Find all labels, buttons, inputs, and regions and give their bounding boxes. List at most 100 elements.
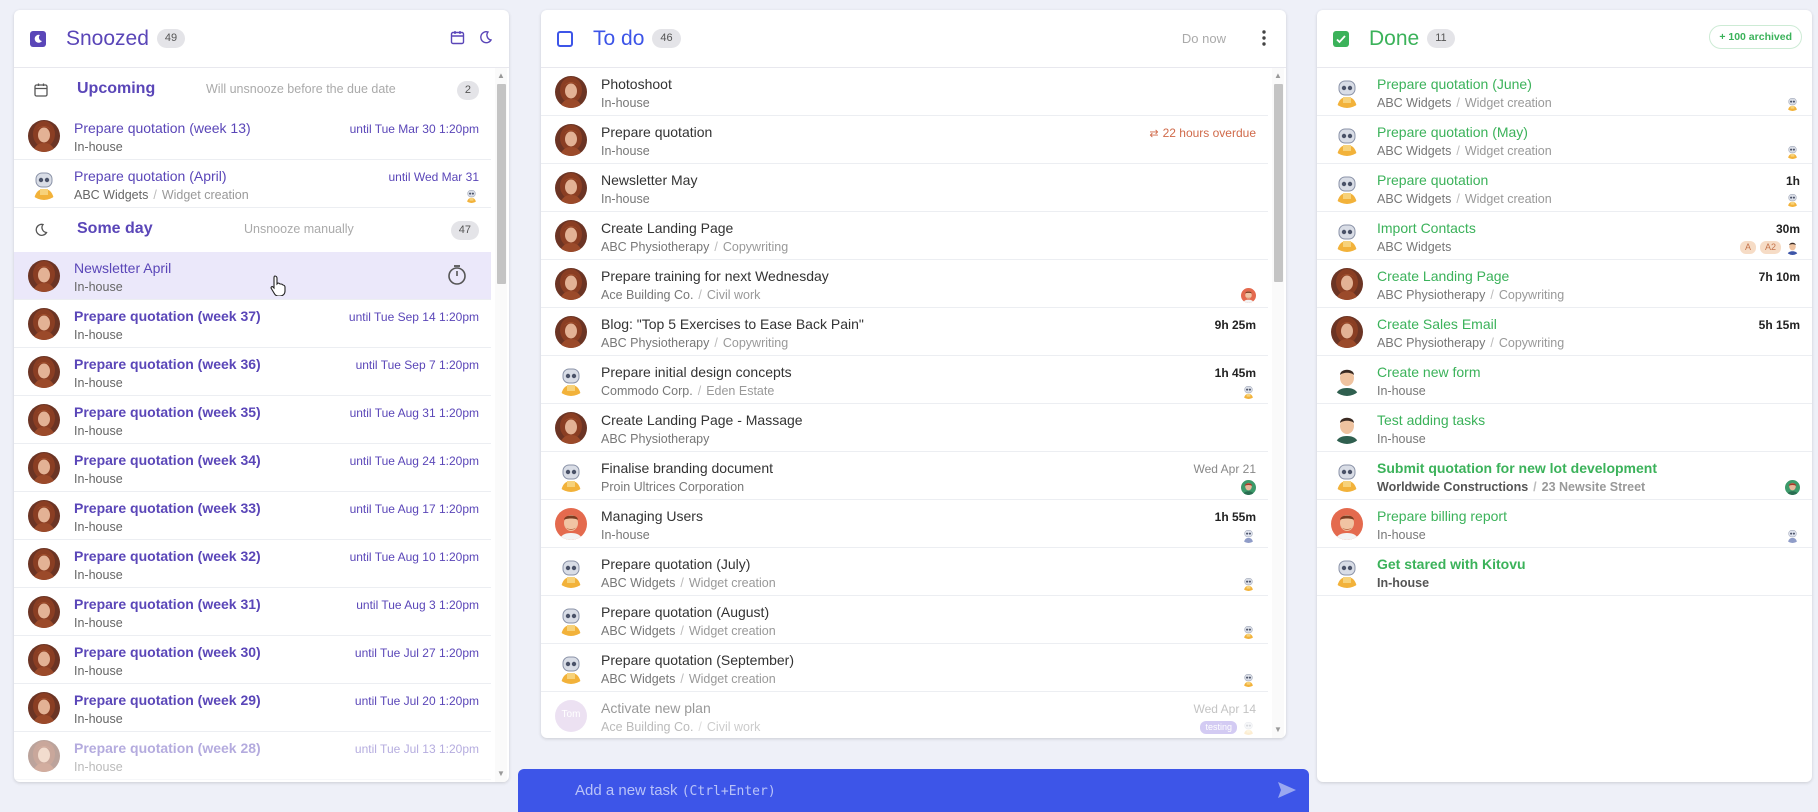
project-name: In-house xyxy=(74,280,123,294)
task-row[interactable]: Prepare quotation (May) ABC Widgets / Widg… xyxy=(1317,116,1812,164)
task-row[interactable]: Prepare quotation (week 29) In-house unt… xyxy=(14,684,491,732)
task-project: In-house xyxy=(74,280,123,294)
project-name: In-house xyxy=(74,376,123,390)
label-tag[interactable]: A2 xyxy=(1759,241,1781,254)
snoozed-panel: Snoozed 49 Upcoming Will unsnooze before… xyxy=(14,10,509,782)
assignee-avatar[interactable] xyxy=(1241,672,1256,687)
task-row[interactable]: Photoshoot In-house xyxy=(541,68,1268,116)
stopwatch-icon[interactable] xyxy=(447,264,467,291)
assignee-avatar[interactable] xyxy=(1785,480,1800,495)
snoozed-scrollbar[interactable]: ▲ ▼ xyxy=(495,68,507,782)
add-task-input[interactable]: Add a new task (Ctrl+Enter) xyxy=(575,782,776,799)
task-row[interactable]: Prepare quotation (week 34) In-house unt… xyxy=(14,444,491,492)
task-row[interactable]: Create Landing Page - Massage ABC Physio… xyxy=(541,404,1268,452)
assignee-avatar[interactable] xyxy=(1785,528,1800,543)
task-row[interactable]: Prepare quotation (week 28) In-house unt… xyxy=(14,732,491,780)
task-project: In-house xyxy=(74,472,123,486)
task-project: In-house xyxy=(1377,528,1426,542)
due-date: Wed Apr 14 xyxy=(1193,702,1256,716)
scroll-down-arrow[interactable]: ▼ xyxy=(1274,726,1282,734)
task-row[interactable]: Prepare billing report In-house xyxy=(1317,500,1812,548)
task-row[interactable]: Prepare quotation (July) ABC Widgets / Wid… xyxy=(541,548,1268,596)
path-separator: / xyxy=(680,576,684,590)
snooze-until: until Tue Aug 3 1:20pm xyxy=(356,598,479,612)
assignee-avatar[interactable] xyxy=(1241,624,1256,639)
task-row[interactable]: Finalise branding document Proin Ultrice… xyxy=(541,452,1268,500)
avatar xyxy=(1331,364,1363,396)
done-list: Prepare quotation (June) ABC Widgets / Wid… xyxy=(1317,68,1812,782)
moon-icon[interactable] xyxy=(478,30,493,50)
scroll-thumb[interactable] xyxy=(497,84,506,284)
task-row[interactable]: Import Contacts ABC Widgets 30m A A2 xyxy=(1317,212,1812,260)
assignee-avatar[interactable] xyxy=(1241,720,1256,735)
assignee-avatar[interactable] xyxy=(1785,96,1800,111)
task-row[interactable]: Prepare quotation (April) ABC Widgets / Wi… xyxy=(14,160,491,208)
task-row[interactable]: Prepare quotation (week 35) In-house unt… xyxy=(14,396,491,444)
task-project: Ace Building Co. / Civil work xyxy=(601,288,760,302)
assignee-avatar[interactable] xyxy=(1785,240,1800,255)
label-tag[interactable]: A xyxy=(1739,241,1756,254)
task-row[interactable]: Create Landing Page ABC Physiotherapy / Co… xyxy=(541,212,1268,260)
task-row[interactable]: Prepare quotation (June) ABC Widgets / Wid… xyxy=(1317,68,1812,116)
scroll-thumb[interactable] xyxy=(1274,84,1283,282)
task-row[interactable]: Prepare quotation (week 31) In-house unt… xyxy=(14,588,491,636)
task-row[interactable]: Create Sales Email ABC Physiotherapy / Cop… xyxy=(1317,308,1812,356)
label-tag[interactable]: testing xyxy=(1200,721,1237,734)
task-row[interactable]: Prepare quotation ABC Widgets / Widget cre… xyxy=(1317,164,1812,212)
assignee-avatar[interactable] xyxy=(1241,576,1256,591)
assignee-avatar[interactable] xyxy=(1241,384,1256,399)
task-row[interactable]: Prepare quotation (week 32) In-house unt… xyxy=(14,540,491,588)
task-row[interactable]: Create new form In-house xyxy=(1317,356,1812,404)
project-name: In-house xyxy=(601,528,650,542)
task-project: In-house xyxy=(601,144,650,158)
task-row[interactable]: Prepare quotation (August) ABC Widgets / W… xyxy=(541,596,1268,644)
archived-button[interactable]: + 100 archived xyxy=(1709,25,1802,49)
avatar xyxy=(555,172,587,204)
send-icon[interactable] xyxy=(1277,781,1297,804)
task-row[interactable]: Test adding tasks In-house xyxy=(1317,404,1812,452)
assignee-avatar[interactable] xyxy=(1241,528,1256,543)
task-project: In-house xyxy=(74,712,123,726)
task-row[interactable]: Submit quotation for new lot development… xyxy=(1317,452,1812,500)
task-row[interactable]: Create Landing Page ABC Physiotherapy / Co… xyxy=(1317,260,1812,308)
task-row[interactable]: Get stared with Kitovu In-house xyxy=(1317,548,1812,596)
task-row[interactable]: Newsletter April In-house xyxy=(14,252,491,300)
time-tracked: 9h 25m xyxy=(1214,318,1256,332)
assignee-avatar[interactable] xyxy=(1241,288,1256,303)
do-now-button[interactable]: Do now xyxy=(1182,31,1226,46)
assignee-avatar[interactable] xyxy=(464,188,479,203)
todo-scrollbar[interactable]: ▲ ▼ xyxy=(1272,68,1284,738)
task-row[interactable]: Prepare quotation (September) ABC Widget… xyxy=(541,644,1268,692)
scroll-up-arrow[interactable]: ▲ xyxy=(497,72,505,80)
project-name: Commodo Corp. xyxy=(601,384,693,398)
task-row[interactable]: Prepare quotation In-house ⇄ 22 hours ove… xyxy=(541,116,1268,164)
subproject-name: Copywriting xyxy=(1498,288,1565,302)
task-row[interactable]: Prepare quotation (week 36) In-house unt… xyxy=(14,348,491,396)
calendar-icon[interactable] xyxy=(450,30,465,50)
task-row[interactable]: Prepare quotation (week 37) In-house unt… xyxy=(14,300,491,348)
task-row[interactable]: Newsletter May In-house xyxy=(541,164,1268,212)
task-project: In-house xyxy=(601,192,650,206)
scroll-down-arrow[interactable]: ▼ xyxy=(497,770,505,778)
assignee-avatar[interactable] xyxy=(1785,144,1800,159)
task-row[interactable]: Prepare quotation (week 30) In-house unt… xyxy=(14,636,491,684)
task-row[interactable]: Tom Activate new plan Ace Building Co. / C… xyxy=(541,692,1268,738)
scroll-up-arrow[interactable]: ▲ xyxy=(1274,72,1282,80)
task-title: Activate new plan xyxy=(601,700,711,716)
task-title: Newsletter April xyxy=(74,260,172,276)
add-task-bar[interactable]: Add a new task (Ctrl+Enter) xyxy=(518,769,1309,812)
kebab-menu-icon[interactable] xyxy=(1262,30,1266,51)
assignee-avatar[interactable] xyxy=(1241,480,1256,495)
section-upcoming: Upcoming Will unsnooze before the due da… xyxy=(14,68,491,112)
task-row[interactable]: Prepare quotation (week 13) In-house unt… xyxy=(14,112,491,160)
task-row[interactable]: Managing Users In-house 1h 55m xyxy=(541,500,1268,548)
task-row[interactable]: Blog: "Top 5 Exercises to Ease Back Pain… xyxy=(541,308,1268,356)
project-name: In-house xyxy=(601,96,650,110)
task-row[interactable]: Prepare training for next Wednesday Ace … xyxy=(541,260,1268,308)
assignee-avatar[interactable] xyxy=(1785,192,1800,207)
subproject-name: Civil work xyxy=(706,720,761,734)
task-row[interactable]: Prepare initial design concepts Commodo … xyxy=(541,356,1268,404)
task-title: Prepare quotation xyxy=(601,124,713,140)
subproject-name: Widget creation xyxy=(1464,96,1552,110)
task-row[interactable]: Prepare quotation (week 33) In-house unt… xyxy=(14,492,491,540)
